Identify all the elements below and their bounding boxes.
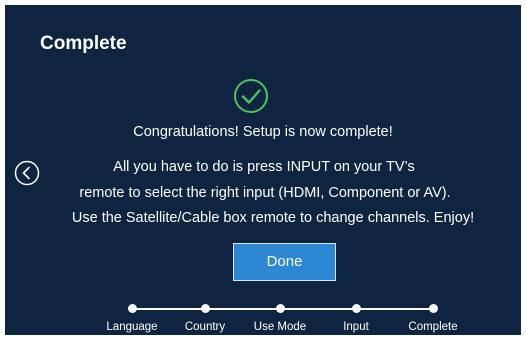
done-button[interactable]: Done: [233, 243, 336, 281]
congratulations-message: Congratulations! Setup is now complete!: [133, 124, 393, 140]
step-dot: [275, 304, 285, 313]
instruction-line-1: All you have to do is press INPUT on you…: [113, 159, 415, 175]
step-label: Complete: [408, 321, 458, 333]
back-button[interactable]: [14, 160, 40, 186]
setup-progress-stepper: Language Country Use Mode Input Complete: [5, 301, 521, 335]
instruction-line-2: remote to select the right input (HDMI, …: [79, 185, 451, 201]
step-complete: Complete: [388, 301, 478, 333]
step-dot: [127, 304, 137, 313]
step-dot: [428, 304, 438, 313]
setup-complete-screen: Complete Congratulations! Setup is now c…: [5, 5, 521, 335]
instruction-line-3: Use the Satellite/Cable box remote to ch…: [71, 210, 475, 226]
step-dot: [351, 304, 361, 313]
step-dot: [200, 304, 210, 313]
page-title: Complete: [40, 33, 127, 54]
check-circle-icon: [234, 79, 268, 113]
